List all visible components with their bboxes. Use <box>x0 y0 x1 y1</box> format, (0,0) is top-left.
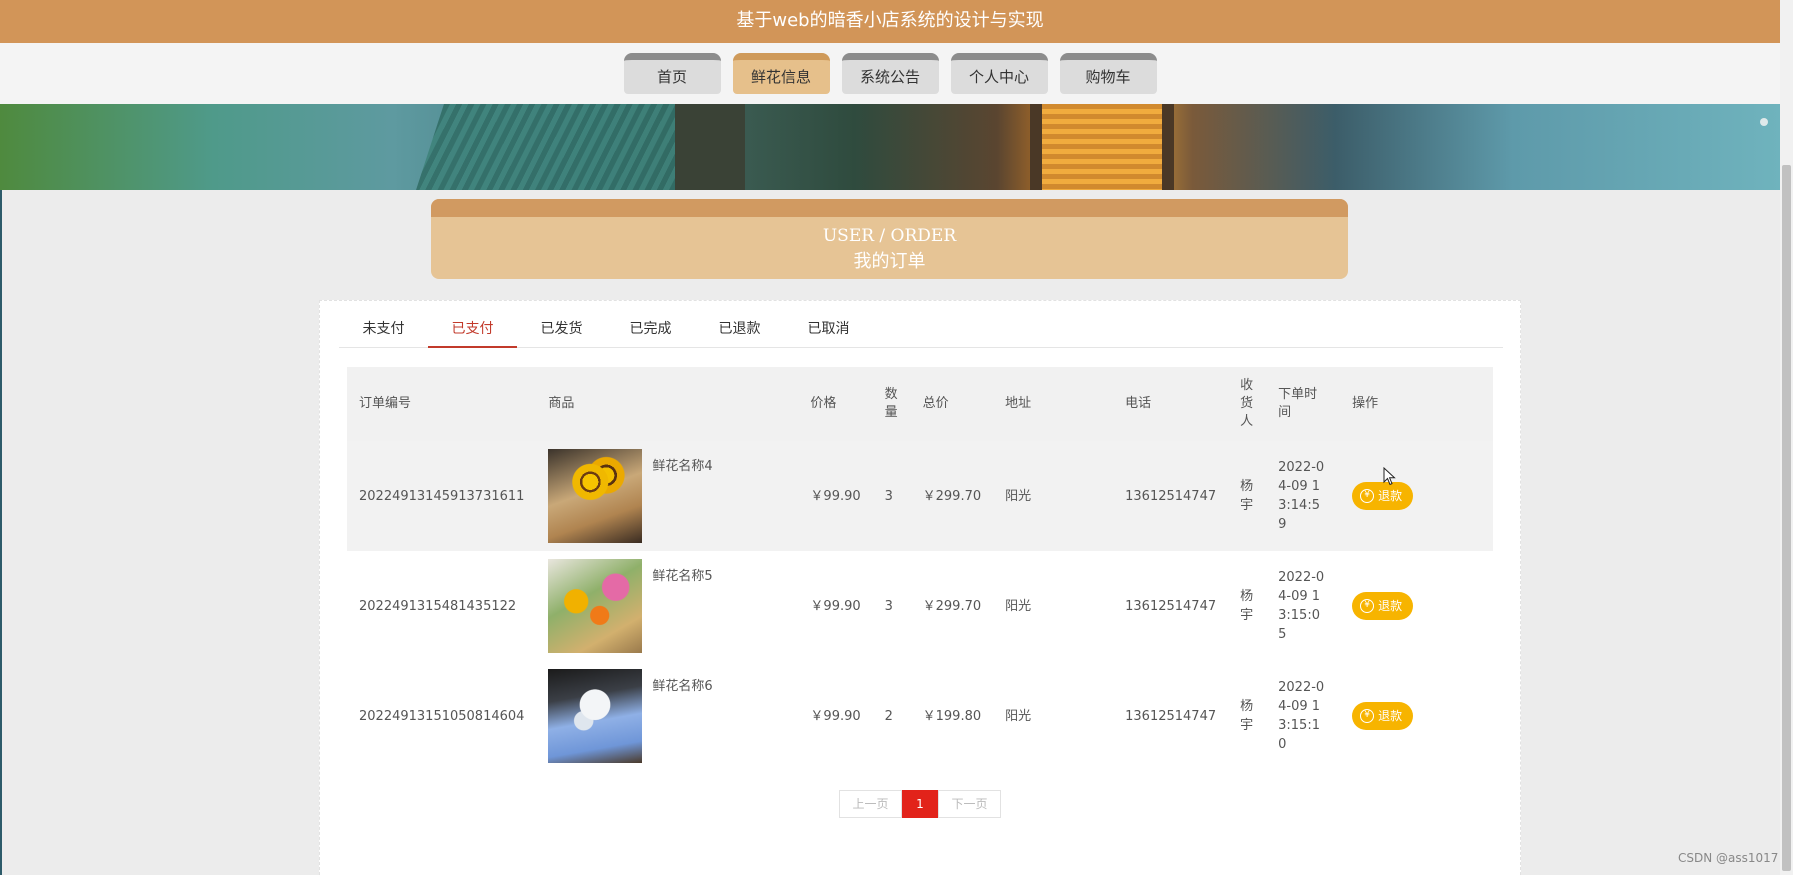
refund-label: 退款 <box>1378 708 1403 723</box>
csdn-watermark: CSDN @ass1017 <box>1678 851 1779 865</box>
order-id: 2022491315481435122 <box>359 598 517 614</box>
order-time: 2022-04-09 13:15:10 <box>1278 680 1325 752</box>
refund-label: 退款 <box>1378 488 1403 503</box>
price: ￥99.90 <box>810 708 861 724</box>
col-price: 价格 <box>798 367 873 441</box>
action-cell: ¥ 退款 <box>1340 551 1493 661</box>
quantity: 3 <box>884 598 893 614</box>
receiver: 杨宇 <box>1228 441 1267 551</box>
total-price: ￥199.80 <box>922 708 982 724</box>
nav-announcements[interactable]: 系统公告 <box>841 53 939 94</box>
next-page-button[interactable]: 下一页 <box>938 790 1001 818</box>
pagination: 上一页 1 下一页 <box>839 790 1001 818</box>
total-price: ￥299.70 <box>910 441 994 551</box>
yen-circle-icon: ¥ <box>1360 599 1375 613</box>
tab-paid[interactable]: 已支付 <box>428 313 517 348</box>
order-title-cn: 我的订单 <box>853 251 926 272</box>
orders-panel: 未支付 已支付 已发货 已完成 已退款 已取消 订单编号 商品 价格 数量 总价… <box>319 300 1521 875</box>
quantity: 3 <box>872 441 911 551</box>
nav-user-center[interactable]: 个人中心 <box>950 53 1048 94</box>
order-id: 20224913151050814604 <box>359 708 525 724</box>
table-header-row: 订单编号 商品 价格 数量 总价 地址 电话 收货人 下单时间 操作 <box>347 367 1493 441</box>
table-row: 20224913151050814604 鲜花名称6 ￥99.90 2 ￥199… <box>347 661 1493 771</box>
col-order-id: 订单编号 <box>347 367 537 441</box>
prev-page-button[interactable]: 上一页 <box>839 790 902 818</box>
product-image[interactable] <box>548 669 643 763</box>
site-title: 基于web的暗香小店系统的设计与实现 <box>736 10 1044 31</box>
product-image[interactable] <box>548 559 643 653</box>
address: 阳光 <box>1005 708 1032 724</box>
refund-button[interactable]: ¥ 退款 <box>1352 702 1414 730</box>
tab-completed[interactable]: 已完成 <box>606 313 695 348</box>
product-cell: 鲜花名称4 <box>536 441 799 551</box>
product-cell: 鲜花名称6 <box>536 661 798 771</box>
phone: 13612514747 <box>1125 708 1217 724</box>
order-card-strip <box>431 199 1348 217</box>
nav-flowers[interactable]: 鲜花信息 <box>732 53 830 94</box>
order-title-en: USER / ORDER <box>822 226 957 246</box>
tab-unpaid[interactable]: 未支付 <box>339 313 428 348</box>
col-order-time: 下单时间 <box>1266 367 1341 441</box>
quantity: 2 <box>884 708 893 724</box>
col-total: 总价 <box>910 367 994 441</box>
product-image[interactable] <box>548 449 643 543</box>
banner-house <box>675 104 745 190</box>
receiver: 杨宇 <box>1240 589 1254 623</box>
banner-door <box>1030 104 1174 190</box>
total-price: ￥299.70 <box>922 598 982 614</box>
phone: 13612514747 <box>1113 441 1229 551</box>
banner-roof <box>416 104 704 190</box>
mouse-cursor-icon <box>1383 467 1396 486</box>
refund-button[interactable]: ¥ 退款 <box>1352 592 1414 620</box>
product-name[interactable]: 鲜花名称5 <box>652 567 712 586</box>
tab-shipped[interactable]: 已发货 <box>517 313 606 348</box>
yen-circle-icon: ¥ <box>1360 489 1375 503</box>
product-name[interactable]: 鲜花名称4 <box>652 457 712 476</box>
order-status-tabs: 未支付 已支付 已发货 已完成 已退款 已取消 <box>339 313 1503 348</box>
col-product: 商品 <box>536 367 799 441</box>
col-address: 地址 <box>993 367 1114 441</box>
order-id: 20224913145913731611 <box>347 441 537 551</box>
price: ￥99.90 <box>798 441 873 551</box>
banner-image <box>0 104 1780 190</box>
col-phone: 电话 <box>1113 367 1229 441</box>
scrollbar-thumb[interactable] <box>1782 165 1791 871</box>
tab-cancelled[interactable]: 已取消 <box>784 313 873 348</box>
table-row: 20224913145913731611 鲜花名称4 ￥99.90 3 ￥299… <box>347 441 1493 551</box>
orders-table: 订单编号 商品 价格 数量 总价 地址 电话 收货人 下单时间 操作 20224… <box>347 367 1493 771</box>
col-receiver: 收货人 <box>1228 367 1267 441</box>
col-action: 操作 <box>1340 367 1493 441</box>
nav-home[interactable]: 首页 <box>623 53 721 94</box>
price: ￥99.90 <box>810 598 861 614</box>
refund-label: 退款 <box>1378 598 1403 613</box>
tab-refunded[interactable]: 已退款 <box>695 313 784 348</box>
receiver: 杨宇 <box>1240 699 1254 733</box>
product-name[interactable]: 鲜花名称6 <box>652 677 712 696</box>
order-time: 2022-04-09 13:14:59 <box>1266 441 1341 551</box>
address: 阳光 <box>1005 598 1032 614</box>
page-1-button[interactable]: 1 <box>902 790 938 818</box>
phone: 13612514747 <box>1125 598 1217 614</box>
nav-cart[interactable]: 购物车 <box>1059 53 1157 94</box>
action-cell: ¥ 退款 <box>1340 661 1493 771</box>
action-cell: ¥ 退款 <box>1340 441 1493 551</box>
site-header: 基于web的暗香小店系统的设计与实现 <box>0 0 1780 43</box>
order-title-card: USER / ORDER 我的订单 <box>431 199 1348 279</box>
col-qty: 数量 <box>872 367 911 441</box>
address: 阳光 <box>993 441 1114 551</box>
banner-lamp <box>1760 118 1768 126</box>
main-nav: 首页 鲜花信息 系统公告 个人中心 购物车 <box>0 53 1780 94</box>
product-cell: 鲜花名称5 <box>536 551 798 661</box>
table-row: 2022491315481435122 鲜花名称5 ￥99.90 3 ￥299.… <box>347 551 1493 661</box>
order-time: 2022-04-09 13:15:05 <box>1278 570 1325 642</box>
yen-circle-icon: ¥ <box>1360 709 1375 723</box>
